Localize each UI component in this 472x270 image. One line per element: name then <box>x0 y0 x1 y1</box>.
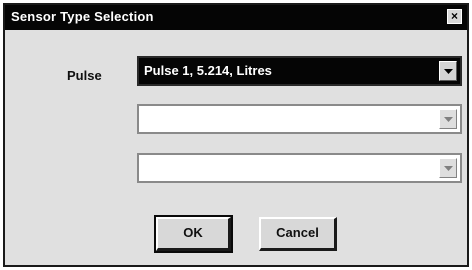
chevron-down-icon[interactable] <box>439 61 457 81</box>
title-bar[interactable]: Sensor Type Selection × <box>5 5 467 30</box>
pulse-label: Pulse <box>67 68 102 83</box>
pulse-sensor-value: Pulse 1, 5.214, Litres <box>144 63 272 78</box>
chevron-down-icon[interactable] <box>439 158 457 178</box>
sensor-dropdown-3[interactable] <box>137 153 462 183</box>
pulse-sensor-dropdown[interactable]: Pulse 1, 5.214, Litres <box>137 56 462 86</box>
chevron-down-icon[interactable] <box>439 109 457 129</box>
close-icon[interactable]: × <box>447 9 462 24</box>
sensor-dropdown-2[interactable] <box>137 104 462 134</box>
ok-button[interactable]: OK <box>154 215 233 253</box>
cancel-button[interactable]: Cancel <box>259 217 337 251</box>
sensor-type-dialog: Sensor Type Selection × Pulse Pulse 1, 5… <box>3 3 469 267</box>
dialog-title: Sensor Type Selection <box>11 9 154 24</box>
